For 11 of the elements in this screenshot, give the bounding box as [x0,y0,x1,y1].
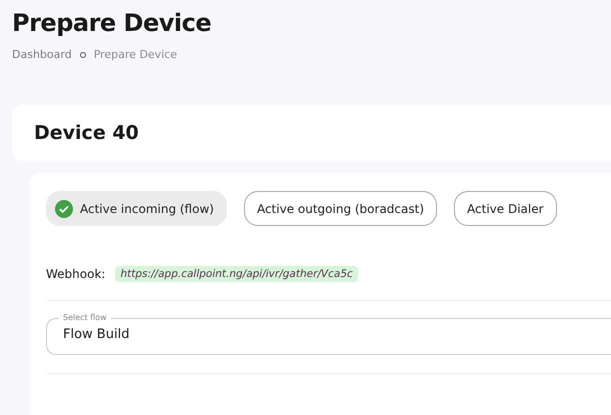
mode-toggle[interactable]: Active Dialer [454,191,557,226]
breadcrumb-link[interactable]: Dashboard [12,48,72,61]
device-title: Device 40 [34,122,139,144]
mode-toggle[interactable]: Active outgoing (boradcast) [244,191,438,226]
webhook-label: Webhook: [46,267,106,281]
page-title: Prepare Device [12,8,212,39]
webhook-url: https://app.callpoint.ng/api/ivr/gather/Vca5c [115,266,358,282]
flow-select[interactable]: Select flow Flow Build [46,313,611,355]
mode-toggle[interactable]: Active incoming (flow) [46,191,227,226]
separator-dot-icon [80,52,86,58]
check-circle-icon [55,200,73,218]
